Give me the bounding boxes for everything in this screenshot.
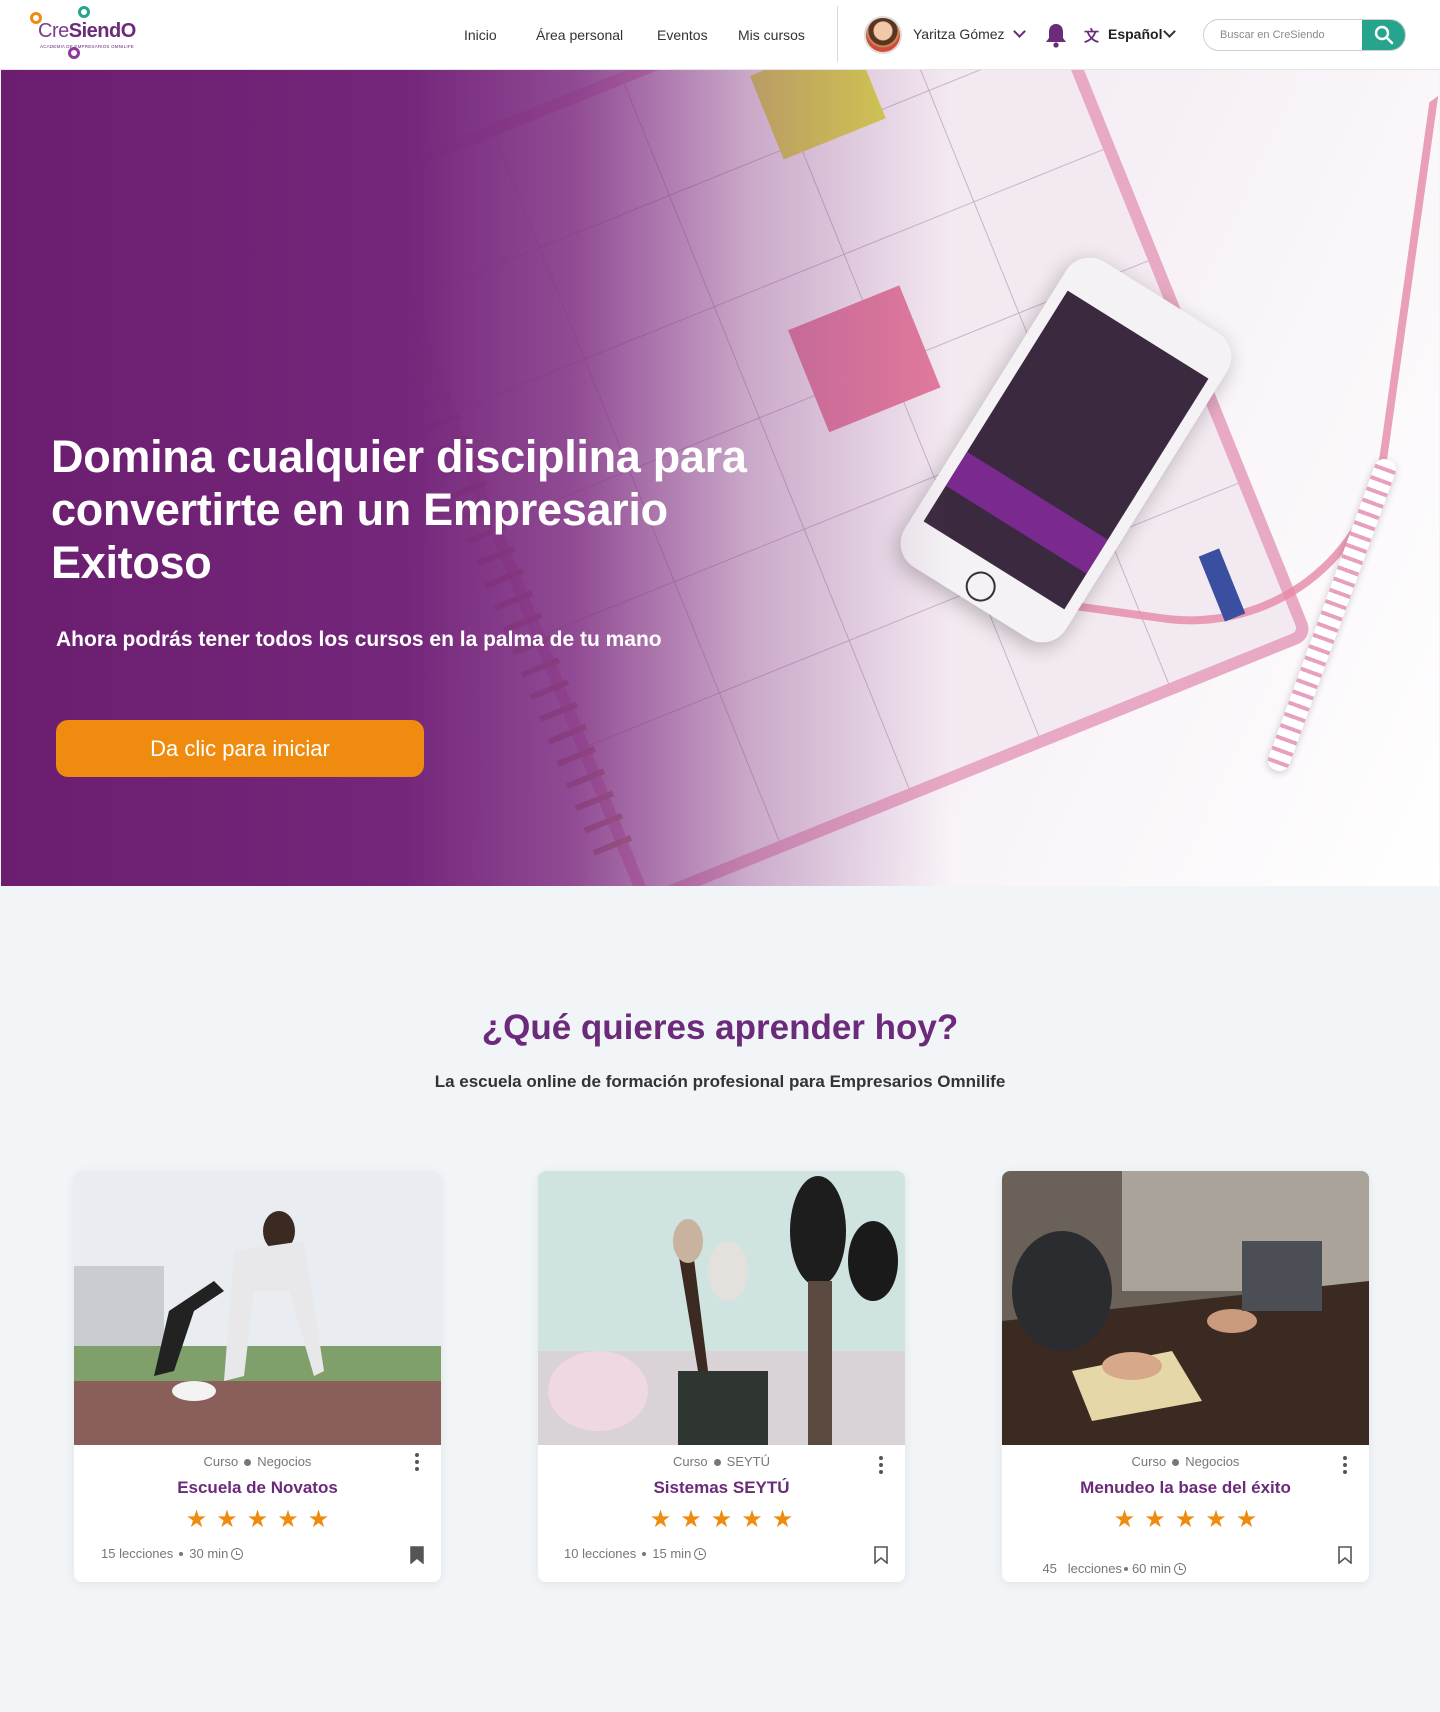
- course-image-runner: [74, 1171, 441, 1445]
- more-options-icon[interactable]: [1343, 1456, 1347, 1474]
- dot-separator: [244, 1458, 252, 1466]
- course-meta: Curso SEYTÚ: [538, 1454, 905, 1469]
- nav-item-mis-cursos[interactable]: Mis cursos: [738, 0, 805, 70]
- bookmark-icon[interactable]: [1338, 1546, 1352, 1564]
- course-footer: 45 lecciones 60 min: [1028, 1546, 1186, 1582]
- chevron-down-icon[interactable]: [1163, 25, 1176, 38]
- language-selector-label[interactable]: Español: [1108, 26, 1162, 42]
- nav-link-mis-cursos[interactable]: Mis cursos: [738, 27, 805, 43]
- nav-item-inicio[interactable]: Inicio: [464, 0, 497, 70]
- avatar[interactable]: [864, 16, 902, 54]
- star-rating: ★★★★★: [185, 1506, 339, 1533]
- search-input[interactable]: [1204, 20, 1364, 50]
- logo-circle-teal: [78, 6, 90, 18]
- dot-separator: [1172, 1458, 1180, 1466]
- dot-separator: [713, 1458, 721, 1466]
- search-icon: [1374, 25, 1394, 45]
- bell-icon[interactable]: [1045, 22, 1067, 48]
- lesson-count: 15 lecciones: [101, 1546, 174, 1561]
- more-options-icon[interactable]: [415, 1453, 419, 1471]
- course-title[interactable]: Sistemas SEYTÚ: [538, 1478, 905, 1498]
- dot-separator: [642, 1552, 647, 1557]
- course-category: SEYTÚ: [726, 1454, 771, 1469]
- nav-item-area-personal[interactable]: Área personal: [536, 0, 623, 70]
- user-name[interactable]: Yaritza Gómez: [913, 26, 1005, 42]
- cresiendo-logo[interactable]: CreSiendO ACADEMIA DE EMPRESARIOS OMNILI…: [30, 6, 142, 64]
- start-button[interactable]: Da clic para iniciar: [56, 720, 424, 777]
- course-card[interactable]: Curso SEYTÚ Sistemas SEYTÚ ★★★★★ 10 lecci…: [538, 1171, 905, 1582]
- course-category: Negocios: [1185, 1454, 1240, 1469]
- course-type: Curso: [672, 1454, 708, 1469]
- star-rating: ★★★★★: [1113, 1506, 1267, 1533]
- clock-icon: [231, 1548, 244, 1560]
- logo-wordmark: CreSiendO: [38, 20, 136, 43]
- course-title[interactable]: Escuela de Novatos: [74, 1478, 441, 1498]
- star-rating: ★★★★★: [649, 1506, 803, 1533]
- course-title[interactable]: Menudeo la base del éxito: [1002, 1478, 1369, 1498]
- course-duration: 15 min: [652, 1546, 692, 1561]
- course-type: Curso: [1131, 1454, 1167, 1469]
- nav-link-area-personal[interactable]: Área personal: [536, 27, 623, 43]
- lesson-count: 45 lecciones: [1042, 1561, 1122, 1576]
- course-card[interactable]: Curso Negocios Escuela de Novatos ★★★★★ 1…: [74, 1171, 441, 1582]
- search-button[interactable]: [1362, 20, 1405, 50]
- course-image-meeting: [1002, 1171, 1369, 1445]
- course-duration: 60 min: [1131, 1561, 1171, 1576]
- hero-subtitle: Ahora podrás tener todos los cursos en l…: [56, 628, 662, 651]
- course-type: Curso: [203, 1454, 239, 1469]
- nav-link-inicio[interactable]: Inicio: [464, 27, 497, 43]
- logo-text-a: Cre: [38, 20, 69, 42]
- more-options-icon[interactable]: [879, 1456, 883, 1474]
- course-category: Negocios: [257, 1454, 312, 1469]
- course-card[interactable]: Curso Negocios Menudeo la base del éxito …: [1002, 1171, 1369, 1582]
- nav-item-eventos[interactable]: Eventos: [657, 0, 708, 70]
- nav-link-eventos[interactable]: Eventos: [657, 27, 708, 43]
- hero-banner: Domina cualquier disciplina para convert…: [1, 70, 1439, 886]
- section-subtitle: La escuela online de formación profesion…: [434, 1072, 1006, 1091]
- course-meta: Curso Negocios: [74, 1454, 441, 1469]
- top-header: CreSiendO ACADEMIA DE EMPRESARIOS OMNILI…: [0, 0, 1440, 70]
- clock-icon: [694, 1548, 707, 1560]
- logo-text-b: SiendO: [68, 20, 137, 42]
- dot-separator: [1123, 1567, 1128, 1572]
- search-box: [1203, 19, 1406, 51]
- course-footer: 10 lecciones 15 min: [564, 1546, 707, 1561]
- course-meta: Curso Negocios: [1002, 1454, 1369, 1469]
- nav-divider: [837, 6, 838, 62]
- bookmark-icon[interactable]: [874, 1546, 888, 1564]
- hero-title: Domina cualquier disciplina para convert…: [51, 431, 747, 588]
- logo-subtitle: ACADEMIA DE EMPRESARIOS OMNILIFE: [40, 44, 134, 49]
- course-footer: 15 lecciones 30 min: [101, 1546, 244, 1561]
- clock-icon: [1173, 1563, 1186, 1575]
- course-duration: 30 min: [189, 1546, 229, 1561]
- lesson-count: 10 lecciones: [564, 1546, 637, 1561]
- dot-separator: [179, 1552, 184, 1557]
- bookmark-icon[interactable]: [410, 1546, 424, 1564]
- section-title: ¿Qué quieres aprender hoy?: [481, 1008, 959, 1047]
- chevron-down-icon[interactable]: [1013, 25, 1026, 38]
- course-image-brushes: [538, 1171, 905, 1445]
- translate-icon[interactable]: 文: [1084, 25, 1099, 46]
